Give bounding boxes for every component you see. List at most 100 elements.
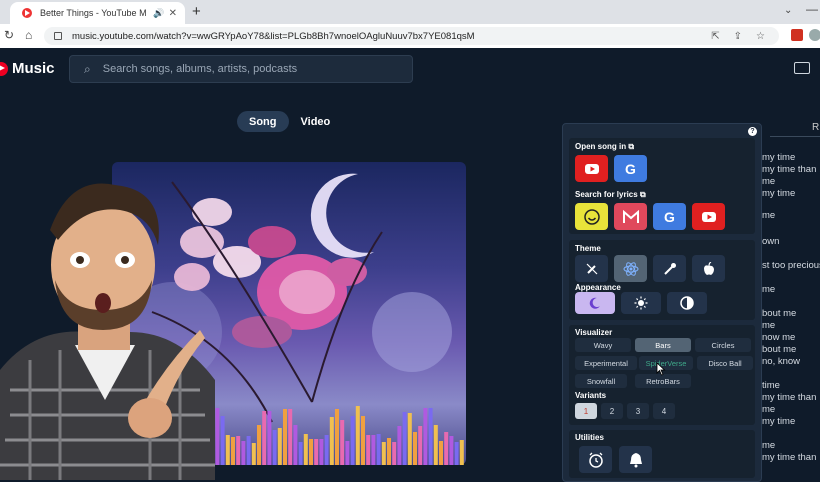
url-text[interactable]: music.youtube.com/watch?v=wwGRYpAoY78&li… xyxy=(72,31,711,42)
apple-icon xyxy=(703,261,714,275)
share-icon[interactable]: ⇪ xyxy=(734,31,742,42)
theme-custom-color-button[interactable] xyxy=(653,255,686,282)
visualizer-option-wavy[interactable]: Wavy xyxy=(575,338,631,352)
variant-2[interactable]: 2 xyxy=(601,403,623,419)
utilities-label: Utilities xyxy=(575,433,604,442)
visualizer-option-snowfall[interactable]: Snowfall xyxy=(575,374,627,388)
audio-playing-icon[interactable]: 🔊 xyxy=(153,8,164,19)
open-in-youtube-button[interactable] xyxy=(575,155,608,182)
visualizer-label: Visualizer xyxy=(575,328,613,337)
variant-3[interactable]: 3 xyxy=(627,403,649,419)
visualizer-bar xyxy=(298,442,303,465)
visualizer-bar xyxy=(413,432,417,465)
variant-4[interactable]: 4 xyxy=(653,403,675,419)
visualizer-bar xyxy=(231,437,235,465)
visualizer-bar xyxy=(272,430,277,465)
lyrics-site-button[interactable] xyxy=(575,203,608,230)
variant-1[interactable]: 1 xyxy=(575,403,597,419)
visualizer-bar xyxy=(277,428,282,465)
bookmark-star-icon[interactable]: ☆ xyxy=(756,31,765,42)
open-in-google-button[interactable]: G xyxy=(614,155,647,182)
dark-mode-button[interactable] xyxy=(575,292,615,314)
visualizer-option-spiderverse[interactable]: SpiderVerse xyxy=(639,356,693,370)
browser-tab-bar: Better Things - YouTube M 🔊 ✕ + ⌄ — xyxy=(0,0,820,24)
lyric-line: my time than xyxy=(762,392,817,403)
youtube-lyrics-button[interactable] xyxy=(692,203,725,230)
light-mode-button[interactable] xyxy=(621,292,661,314)
lyric-line: my time xyxy=(762,188,796,199)
google-icon: G xyxy=(664,208,675,225)
visualizer-option-bars[interactable]: Bars xyxy=(635,338,691,352)
external-link-icon: ⧉ xyxy=(639,190,646,199)
lyric-line: now me xyxy=(762,332,796,343)
musixmatch-button[interactable] xyxy=(614,203,647,230)
tab-search-icon[interactable]: ⌄ xyxy=(784,5,792,16)
lyric-line: me xyxy=(762,320,776,331)
moon-icon xyxy=(589,297,600,309)
reload-icon[interactable]: ↻ xyxy=(4,28,14,42)
visualizer-bar xyxy=(402,412,407,465)
visualizer-bar xyxy=(407,413,412,465)
theme-apple-button[interactable] xyxy=(692,255,725,282)
lyric-line: my time than xyxy=(762,164,817,175)
external-link-icon: ⧉ xyxy=(628,142,635,151)
visualizer-bar xyxy=(220,416,225,465)
mouse-cursor-icon xyxy=(656,362,666,376)
visualizer-bar xyxy=(428,408,433,465)
visualizer-bar xyxy=(324,435,329,465)
tab-title: Better Things - YouTube M xyxy=(40,8,147,18)
links-section: Open song in ⧉ G Search for lyrics ⧉ G xyxy=(569,138,755,234)
extensions-puzzle-icon[interactable] xyxy=(809,29,820,41)
visualizer-option-circles[interactable]: Circles xyxy=(695,338,751,352)
google-lyrics-button[interactable]: G xyxy=(653,203,686,230)
related-tab[interactable]: R xyxy=(812,122,819,133)
visualizer-bar xyxy=(381,442,386,465)
search-bar[interactable]: ⌕ Search songs, albums, artists, podcast… xyxy=(69,55,413,83)
notifications-button[interactable] xyxy=(619,446,652,473)
visualizer-option-disco-ball[interactable]: Disco Ball xyxy=(697,356,753,370)
visualizer-bar xyxy=(319,439,324,465)
new-tab-icon[interactable]: + xyxy=(192,3,201,20)
visualizer-bar xyxy=(454,442,459,465)
youtube-icon xyxy=(584,163,599,174)
cast-icon[interactable] xyxy=(794,62,810,74)
visualizer-bar xyxy=(387,438,391,465)
ytmusic-logo[interactable]: Music xyxy=(0,60,55,77)
visualizer-bar xyxy=(225,435,230,465)
visualizer-bar xyxy=(309,439,313,465)
visualizer-option-experimental[interactable]: Experimental xyxy=(575,356,637,370)
audio-visualizer-bars xyxy=(205,406,464,465)
song-tab[interactable]: Song xyxy=(237,111,289,132)
sleep-timer-button[interactable] xyxy=(579,446,612,473)
visualizer-bar xyxy=(340,420,345,465)
auto-contrast-icon xyxy=(680,296,694,310)
browser-tab[interactable]: Better Things - YouTube M 🔊 ✕ xyxy=(10,2,185,24)
tab-underline xyxy=(770,136,820,137)
visualizer-option-retrobars[interactable]: RetroBars xyxy=(635,374,691,388)
visualizer-bar xyxy=(392,442,397,465)
extension-icon[interactable] xyxy=(791,29,803,41)
close-tab-icon[interactable]: ✕ xyxy=(169,8,177,19)
visualizer-bar xyxy=(251,443,256,465)
visualizer-bar xyxy=(361,416,365,465)
open-in-app-icon[interactable]: ⇱ xyxy=(711,31,719,42)
auto-mode-button[interactable] xyxy=(667,292,707,314)
minimize-window-icon[interactable]: — xyxy=(806,2,818,16)
search-for-lyrics-text: Search for lyrics xyxy=(575,190,638,199)
search-icon: ⌕ xyxy=(84,61,91,76)
lyric-line: my time xyxy=(762,152,796,163)
visualizer-bar xyxy=(366,435,371,465)
ytmusic-header: Music ⌕ Search songs, albums, artists, p… xyxy=(0,48,820,90)
smiley-icon xyxy=(583,208,600,225)
address-bar[interactable]: music.youtube.com/watch?v=wwGRYpAoY78&li… xyxy=(44,27,779,45)
theme-dynamic-button[interactable] xyxy=(614,255,647,282)
help-icon[interactable]: ? xyxy=(748,127,757,136)
visualizer-bar xyxy=(418,426,423,465)
visualizer-bar xyxy=(371,435,376,465)
lyric-line: me xyxy=(762,210,776,221)
search-placeholder: Search songs, albums, artists, podcasts xyxy=(102,63,298,75)
home-icon[interactable]: ⌂ xyxy=(25,28,32,42)
visualizer-bar xyxy=(314,439,319,465)
video-tab[interactable]: Video xyxy=(289,111,343,132)
theme-off-button[interactable] xyxy=(575,255,608,282)
